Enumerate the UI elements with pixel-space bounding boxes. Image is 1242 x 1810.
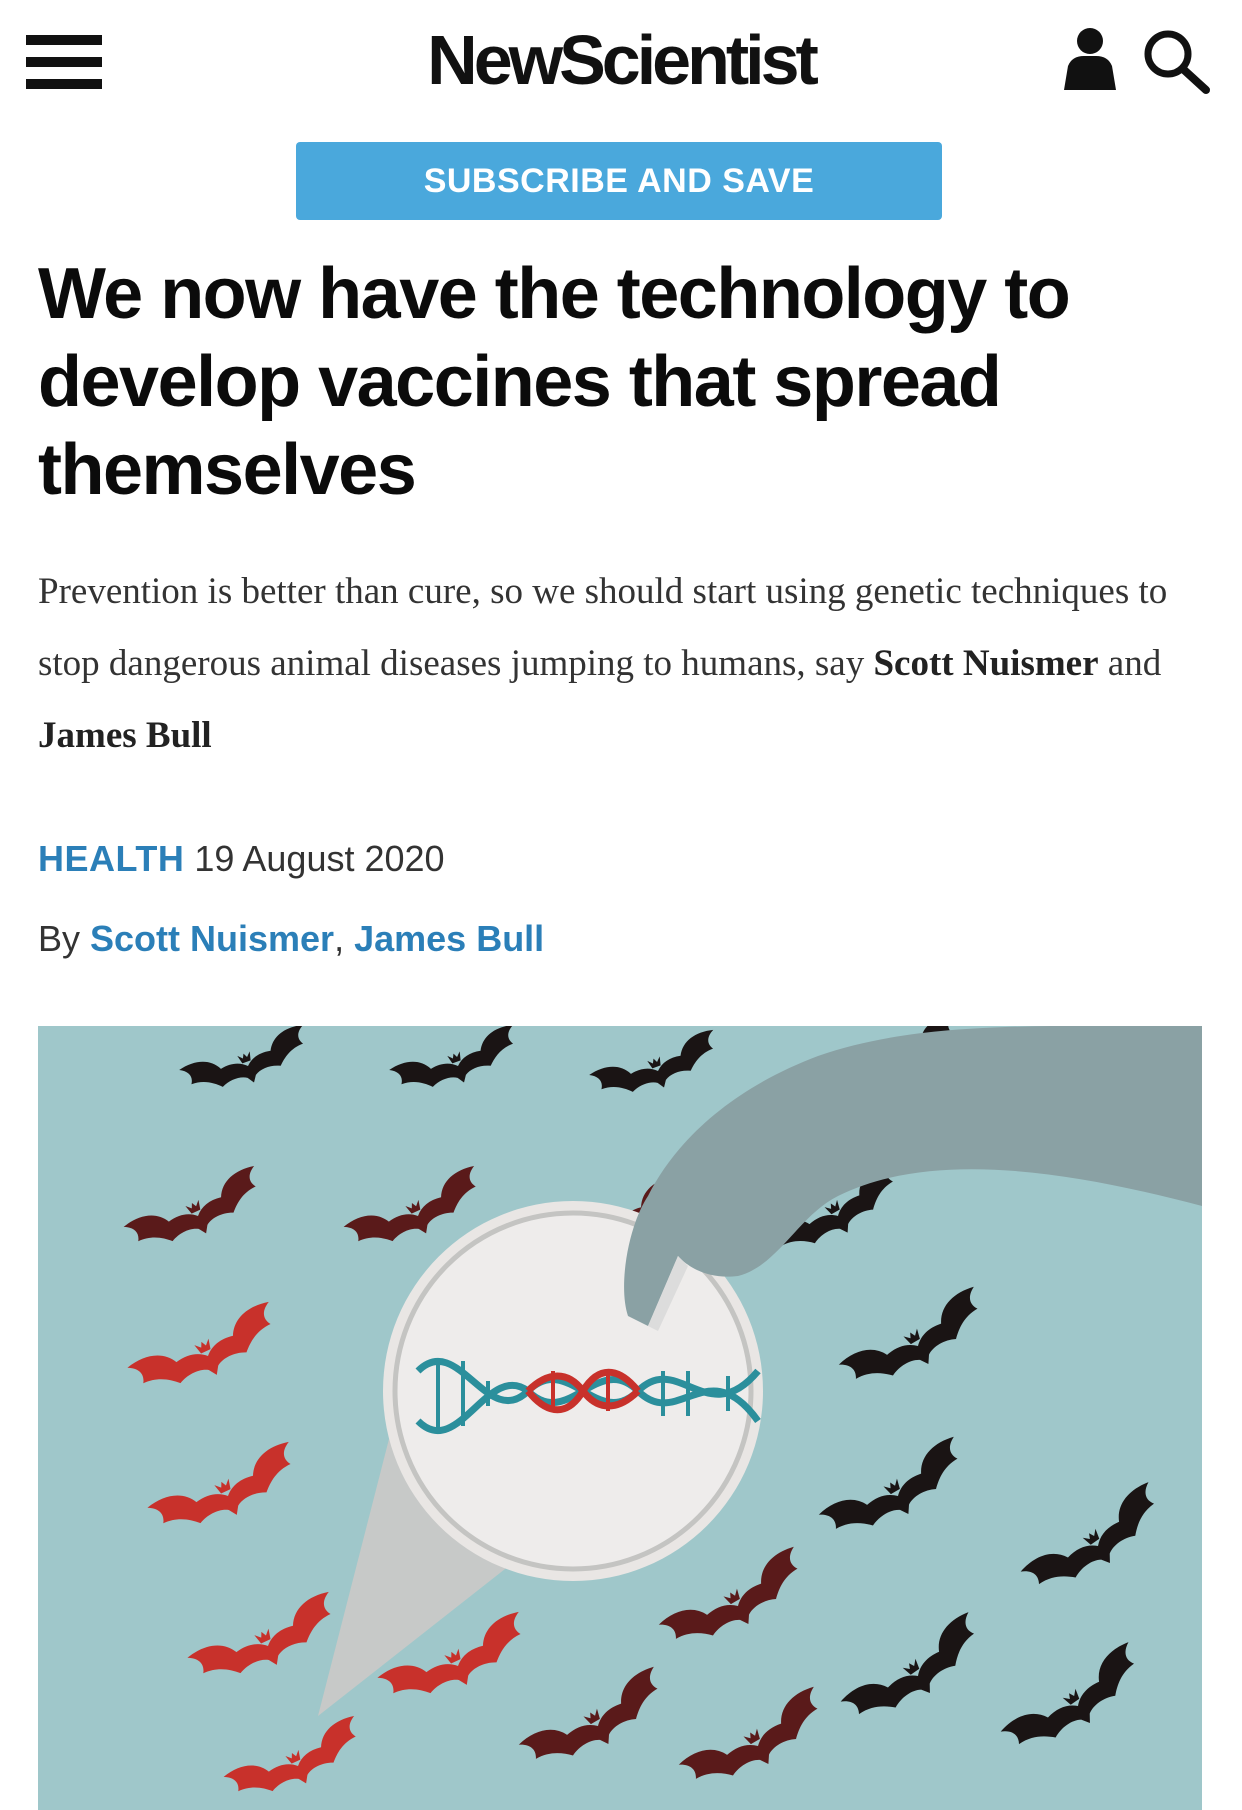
user-account-icon[interactable]	[1064, 26, 1116, 90]
article-title: We now have the technology to develop va…	[38, 254, 1071, 510]
hero-illustration	[38, 1026, 1202, 1810]
author-link-james-bull[interactable]: James Bull	[354, 918, 544, 959]
hero-image	[38, 1026, 1202, 1810]
subscribe-button[interactable]: SUBSCRIBE AND SAVE	[296, 142, 942, 220]
author-link-scott-nuismer[interactable]: Scott Nuismer	[90, 918, 334, 959]
byline: By Scott Nuismer, James Bull	[38, 918, 544, 960]
publish-date: 19 August 2020	[194, 838, 445, 879]
author-separator: ,	[334, 918, 355, 959]
article-meta: HEALTH 19 August 2020	[38, 838, 445, 880]
standfirst-and: and	[1098, 643, 1162, 684]
site-header: NewScientist	[0, 0, 1242, 120]
standfirst-author-1: Scott Nuismer	[873, 643, 1099, 684]
search-icon[interactable]	[1140, 26, 1212, 96]
standfirst-author-2: James Bull	[38, 715, 212, 756]
byline-label: By	[38, 918, 91, 959]
site-logo[interactable]: NewScientist	[0, 20, 1242, 100]
section-link-health[interactable]: HEALTH	[38, 838, 184, 879]
article-standfirst: Prevention is better than cure, so we sh…	[38, 556, 1218, 772]
